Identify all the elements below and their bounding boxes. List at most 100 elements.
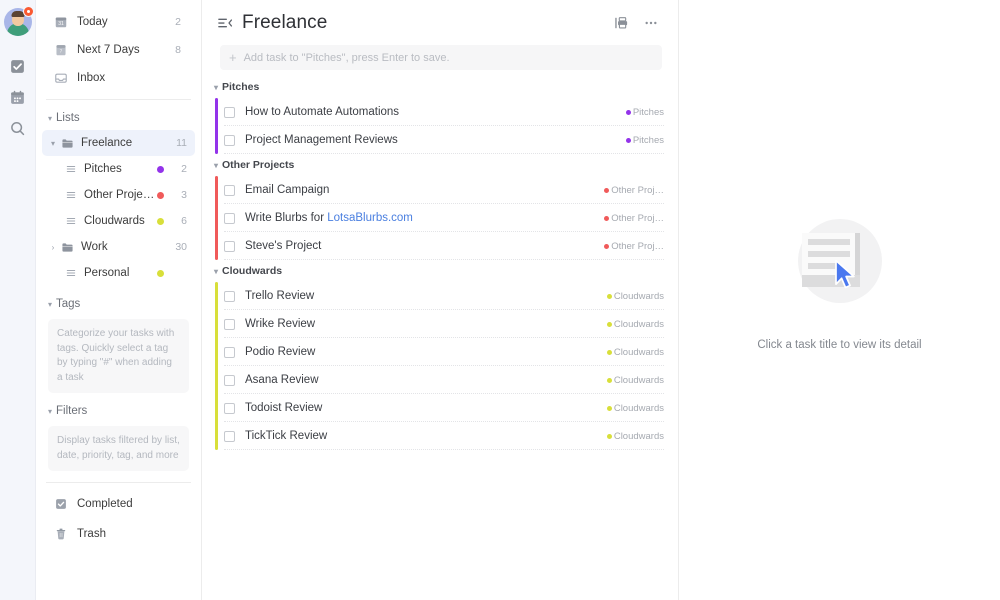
list-lines-icon <box>64 163 77 176</box>
sidebar: 31 Today 2 7 Next 7 Days 8 Inbox ▾ Lists <box>36 0 202 600</box>
cursor-icon <box>834 259 860 296</box>
task-title[interactable]: Steve's Project <box>245 240 604 252</box>
task-title[interactable]: Podio Review <box>245 346 607 358</box>
task-checkbox[interactable] <box>224 107 235 118</box>
task-link[interactable]: LotsaBlurbs.com <box>327 212 413 224</box>
task-row[interactable]: Email Campaign Other Proj… <box>215 176 678 204</box>
task-list-header: Freelance <box>202 0 678 45</box>
task-tag: Cloudwards <box>607 431 664 442</box>
trash-icon <box>53 527 68 542</box>
tasks-icon[interactable] <box>8 56 28 76</box>
task-row[interactable]: Steve's Project Other Proj… <box>215 232 678 260</box>
chevron-down-icon: ▾ <box>44 114 56 123</box>
sidebar-divider-bottom <box>46 482 191 483</box>
task-title[interactable]: Todoist Review <box>245 402 607 414</box>
task-tag: Cloudwards <box>607 347 664 358</box>
task-row[interactable]: TickTick Review Cloudwards <box>215 422 678 450</box>
task-title[interactable]: Trello Review <box>245 290 607 302</box>
tag-label: Cloudwards <box>614 319 664 330</box>
sidebar-item-inbox[interactable]: Inbox <box>42 64 195 92</box>
task-row[interactable]: How to Automate Automations Pitches <box>215 98 678 126</box>
print-icon[interactable] <box>613 14 631 32</box>
sidebar-divider-top <box>46 99 191 100</box>
sidebar-item-label: Pitches <box>84 163 157 175</box>
task-row[interactable]: Project Management Reviews Pitches <box>215 126 678 154</box>
sidebar-item-count: 3 <box>174 189 187 201</box>
group-header-pitches[interactable]: ▾ Pitches <box>202 76 678 98</box>
chevron-down-icon[interactable]: ▾ <box>47 139 59 148</box>
tag-label: Cloudwards <box>614 375 664 386</box>
task-checkbox[interactable] <box>224 431 235 442</box>
sidebar-item-freelance[interactable]: ▾ Freelance 11 <box>42 130 195 156</box>
sidebar-item-trash[interactable]: Trash <box>42 519 195 549</box>
document-cursor-illustration <box>798 219 882 303</box>
task-checkbox[interactable] <box>224 291 235 302</box>
more-options-icon[interactable] <box>642 14 660 32</box>
group-header-cloudwards[interactable]: ▾ Cloudwards <box>202 260 678 282</box>
task-title[interactable]: How to Automate Automations <box>245 106 626 118</box>
task-checkbox[interactable] <box>224 375 235 386</box>
task-row[interactable]: Trello Review Cloudwards <box>215 282 678 310</box>
chevron-down-icon: ▾ <box>210 83 222 92</box>
sidebar-item-cloudwards[interactable]: Cloudwards 6 <box>42 208 195 234</box>
task-checkbox[interactable] <box>224 185 235 196</box>
task-title[interactable]: TickTick Review <box>245 430 607 442</box>
task-title[interactable]: Wrike Review <box>245 318 607 330</box>
section-header-lists[interactable]: ▾ Lists <box>36 106 201 130</box>
list-lines-icon <box>64 267 77 280</box>
search-icon[interactable] <box>8 118 28 138</box>
sidebar-item-work[interactable]: › Work 30 <box>42 234 195 260</box>
group-header-other-projects[interactable]: ▾ Other Projects <box>202 154 678 176</box>
notification-badge[interactable] <box>23 6 34 17</box>
tag-color-dot <box>604 188 609 193</box>
tag-label: Cloudwards <box>614 347 664 358</box>
tag-color-dot <box>607 294 612 299</box>
avatar[interactable] <box>4 8 32 36</box>
task-title[interactable]: Asana Review <box>245 374 607 386</box>
task-tag: Cloudwards <box>607 319 664 330</box>
chevron-down-icon: ▾ <box>210 161 222 170</box>
app-window: 31 Today 2 7 Next 7 Days 8 Inbox ▾ Lists <box>0 0 1000 600</box>
sidebar-item-label: Cloudwards <box>84 215 157 227</box>
task-row[interactable]: Podio Review Cloudwards <box>215 338 678 366</box>
sidebar-item-other-projects[interactable]: Other Projects 3 <box>42 182 195 208</box>
chevron-down-icon: ▾ <box>44 300 56 309</box>
sidebar-item-label: Inbox <box>77 72 181 84</box>
task-checkbox[interactable] <box>224 403 235 414</box>
task-checkbox[interactable] <box>224 213 235 224</box>
task-row[interactable]: Wrike Review Cloudwards <box>215 310 678 338</box>
task-row[interactable]: Write Blurbs for LotsaBlurbs.com Other P… <box>215 204 678 232</box>
tag-label: Other Proj… <box>611 241 664 252</box>
add-task-input[interactable]: + Add task to "Pitches", press Enter to … <box>220 45 662 70</box>
task-title[interactable]: Email Campaign <box>245 184 604 196</box>
tag-label: Cloudwards <box>614 403 664 414</box>
task-tag: Other Proj… <box>604 241 664 252</box>
folder-icon <box>60 240 74 254</box>
section-header-tags[interactable]: ▾ Tags <box>36 292 201 316</box>
sidebar-item-count: 2 <box>174 163 187 175</box>
sidebar-item-pitches[interactable]: Pitches 2 <box>42 156 195 182</box>
task-title[interactable]: Write Blurbs for LotsaBlurbs.com <box>245 212 604 224</box>
task-row[interactable]: Todoist Review Cloudwards <box>215 394 678 422</box>
list-collapse-icon[interactable] <box>216 14 233 31</box>
chevron-right-icon[interactable]: › <box>47 243 59 252</box>
tag-label: Cloudwards <box>614 291 664 302</box>
sidebar-item-next-7-days[interactable]: 7 Next 7 Days 8 <box>42 36 195 64</box>
task-checkbox[interactable] <box>224 319 235 330</box>
calendar-icon[interactable] <box>8 87 28 107</box>
task-row[interactable]: Asana Review Cloudwards <box>215 366 678 394</box>
tags-hint: Categorize your tasks with tags. Quickly… <box>48 319 189 393</box>
task-title[interactable]: Project Management Reviews <box>245 134 626 146</box>
chevron-down-icon: ▾ <box>210 267 222 276</box>
sidebar-item-personal[interactable]: Personal <box>42 260 195 286</box>
sidebar-item-today[interactable]: 31 Today 2 <box>42 8 195 36</box>
task-checkbox[interactable] <box>224 347 235 358</box>
task-tag: Cloudwards <box>607 403 664 414</box>
sidebar-item-completed[interactable]: Completed <box>42 489 195 519</box>
sidebar-item-count: 11 <box>174 137 187 149</box>
task-checkbox[interactable] <box>224 135 235 146</box>
task-checkbox[interactable] <box>224 241 235 252</box>
svg-text:31: 31 <box>58 21 64 27</box>
sidebar-item-count: 8 <box>175 44 181 56</box>
section-header-filters[interactable]: ▾ Filters <box>36 399 201 423</box>
